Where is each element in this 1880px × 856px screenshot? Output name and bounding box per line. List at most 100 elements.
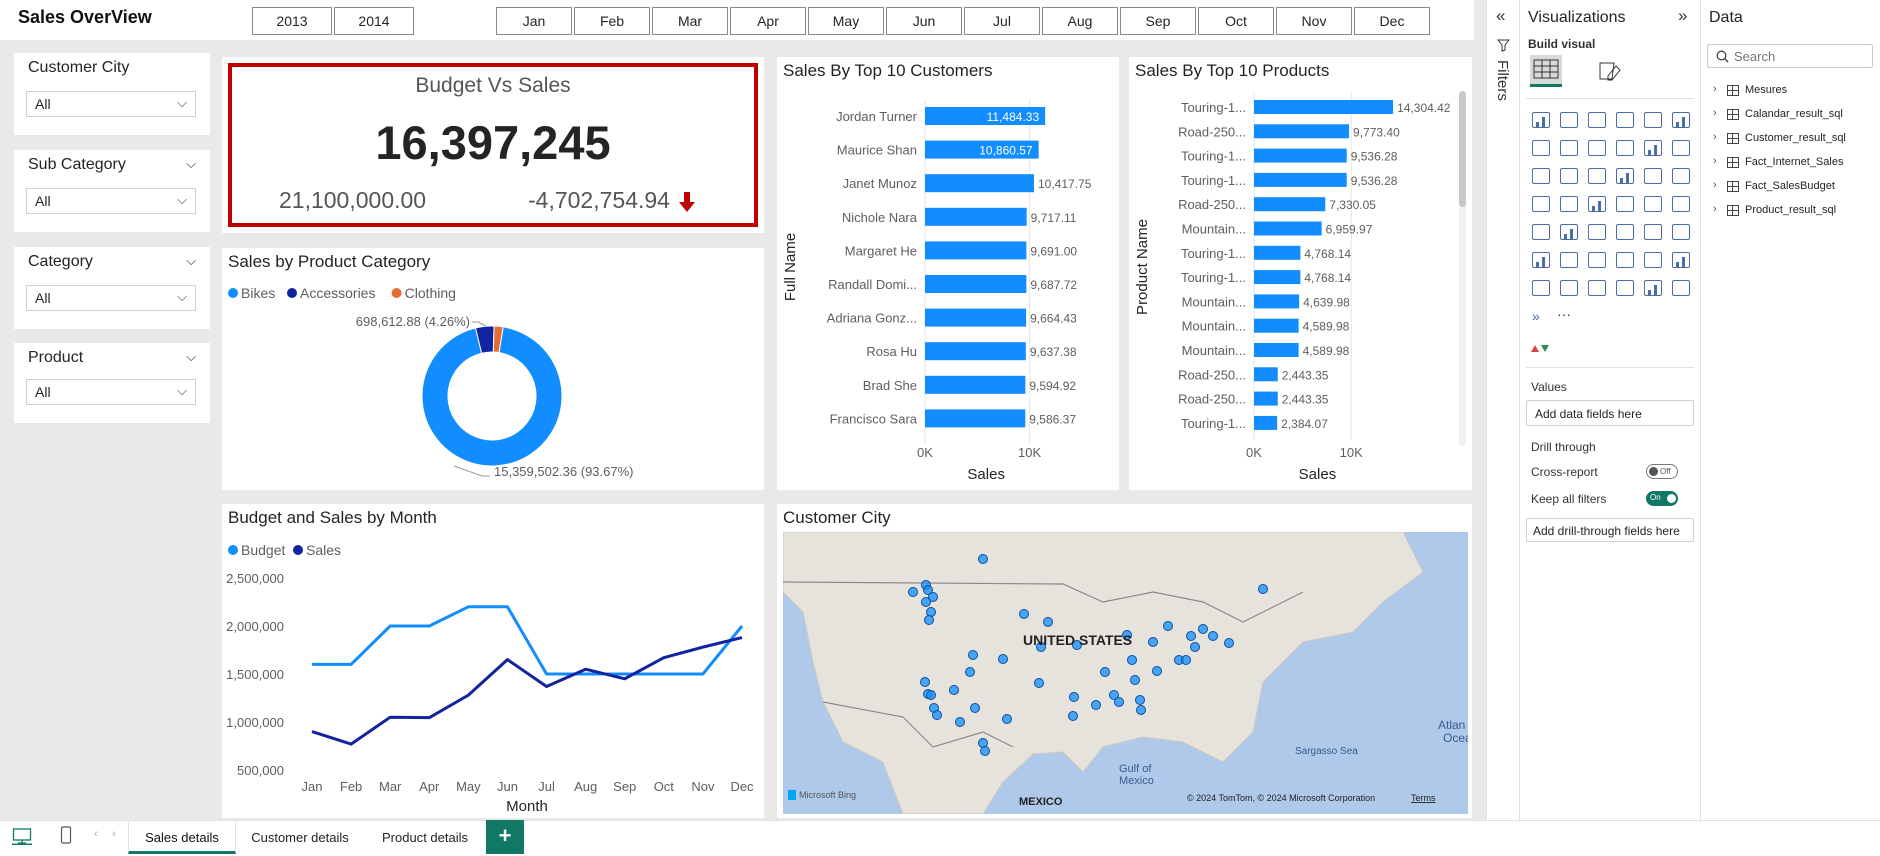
- decomposition-icon[interactable]: [1588, 252, 1606, 268]
- waterfall-icon[interactable]: [1672, 140, 1690, 156]
- chevron-down-icon[interactable]: ⌵: [186, 349, 196, 365]
- map-point[interactable]: [1148, 637, 1158, 647]
- trophy-icon[interactable]: [1532, 280, 1550, 296]
- slicer-icon[interactable]: [1588, 224, 1606, 240]
- map-point[interactable]: [978, 554, 988, 564]
- map-point[interactable]: [1019, 609, 1029, 619]
- bar[interactable]: [1254, 197, 1326, 212]
- bar[interactable]: [925, 207, 1027, 226]
- month-button-jul[interactable]: Jul: [964, 7, 1040, 35]
- map-point[interactable]: [1091, 700, 1101, 710]
- month-button-nov[interactable]: Nov: [1276, 7, 1352, 35]
- month-button-jun[interactable]: Jun: [886, 7, 962, 35]
- cross-report-toggle[interactable]: Off: [1646, 464, 1678, 479]
- line-icon[interactable]: [1532, 140, 1550, 156]
- values-dropzone[interactable]: Add data fields here: [1526, 400, 1694, 426]
- donut-icon[interactable]: [1644, 168, 1662, 184]
- map-point[interactable]: [968, 650, 978, 660]
- bar[interactable]: [1254, 318, 1299, 333]
- report-icon[interactable]: [1560, 280, 1578, 296]
- drill-through-dropzone[interactable]: Add drill-through fields here: [1526, 518, 1694, 542]
- bar[interactable]: [925, 241, 1027, 260]
- power-apps-icon[interactable]: [1616, 280, 1634, 296]
- add-page-button[interactable]: +: [486, 820, 524, 854]
- map-point[interactable]: [1043, 617, 1053, 627]
- customer-city-map-card[interactable]: Customer City UNITED STATES MEXICO Gulf of…: [777, 504, 1472, 818]
- next-page-icon[interactable]: ›: [112, 828, 116, 840]
- bar[interactable]: [1254, 221, 1322, 236]
- map-point[interactable]: [980, 746, 990, 756]
- filled-map-icon[interactable]: [1560, 196, 1578, 212]
- series-line-sales[interactable]: [311, 636, 743, 746]
- product-dropdown[interactable]: All ⌵: [26, 379, 196, 405]
- products-bar-card[interactable]: Sales By Top 10 Products 0K 10K Touring-1.…: [1129, 57, 1472, 490]
- scrollbar[interactable]: [1459, 91, 1466, 446]
- tab-customer-details[interactable]: Customer details: [240, 822, 360, 854]
- desktop-view-icon[interactable]: [12, 827, 32, 845]
- month-button-apr[interactable]: Apr: [730, 7, 806, 35]
- matrix-icon[interactable]: [1644, 224, 1662, 240]
- map-point[interactable]: [1034, 678, 1044, 688]
- bar[interactable]: [1254, 367, 1278, 382]
- chevron-down-icon[interactable]: ⌵: [186, 156, 196, 172]
- scatter-icon[interactable]: [1560, 168, 1578, 184]
- map-point[interactable]: [1002, 714, 1012, 724]
- map-point[interactable]: [970, 703, 980, 713]
- shape-map-icon[interactable]: [1588, 196, 1606, 212]
- search-input[interactable]: [1734, 48, 1868, 64]
- map-point[interactable]: [1069, 692, 1079, 702]
- build-visual-tab[interactable]: [1530, 55, 1562, 87]
- map-icon[interactable]: [1532, 196, 1550, 212]
- year-button-2014[interactable]: 2014: [334, 7, 414, 35]
- bar[interactable]: [1254, 415, 1278, 430]
- bar[interactable]: [925, 409, 1026, 428]
- bar[interactable]: [1254, 245, 1301, 260]
- year-button-2013[interactable]: 2013: [252, 7, 332, 35]
- bar[interactable]: [925, 342, 1026, 361]
- data-table-item[interactable]: › Product_result_sql: [1713, 202, 1873, 220]
- month-button-oct[interactable]: Oct: [1198, 7, 1274, 35]
- 100-column-icon[interactable]: [1672, 112, 1690, 128]
- map-point[interactable]: [1258, 584, 1268, 594]
- prev-page-icon[interactable]: ‹: [94, 828, 98, 840]
- table-icon[interactable]: [1616, 224, 1634, 240]
- smart-narrative-icon[interactable]: [1672, 280, 1690, 296]
- map-point[interactable]: [1190, 642, 1200, 652]
- sub-category-dropdown[interactable]: All ⌵: [26, 188, 196, 214]
- clustered-bar-icon[interactable]: [1588, 112, 1606, 128]
- bar[interactable]: [1254, 343, 1299, 357]
- scrollbar-thumb[interactable]: [1459, 91, 1466, 207]
- bar[interactable]: [925, 174, 1034, 193]
- bar[interactable]: [1254, 294, 1300, 309]
- bar[interactable]: [1254, 100, 1394, 114]
- area-icon[interactable]: [1560, 140, 1578, 156]
- data-table-item[interactable]: › Mesures: [1713, 82, 1873, 100]
- map-point[interactable]: [1224, 638, 1234, 648]
- month-button-may[interactable]: May: [808, 7, 884, 35]
- bar[interactable]: [1254, 172, 1347, 187]
- qa-icon[interactable]: [1616, 252, 1634, 268]
- category-dropdown[interactable]: All ⌵: [26, 285, 196, 311]
- month-button-jan[interactable]: Jan: [496, 7, 572, 35]
- funnel-line-icon[interactable]: [1532, 168, 1550, 184]
- tab-product-details[interactable]: Product details: [366, 822, 484, 854]
- treemap-icon[interactable]: [1672, 168, 1690, 184]
- map-point[interactable]: [921, 597, 931, 607]
- map-point[interactable]: [955, 717, 965, 727]
- clustered-column-icon[interactable]: [1616, 112, 1634, 128]
- bar[interactable]: [925, 275, 1027, 293]
- month-line-card[interactable]: Budget and Sales by Month Budget Sales 2,5…: [222, 504, 764, 818]
- map-point[interactable]: [965, 667, 975, 677]
- bar[interactable]: [1254, 270, 1301, 285]
- gauge-icon[interactable]: [1644, 196, 1662, 212]
- data-table-item[interactable]: › Fact_Internet_Sales: [1713, 154, 1873, 172]
- data-table-item[interactable]: › Customer_result_sql: [1713, 130, 1873, 148]
- keep-filters-toggle[interactable]: On: [1646, 491, 1678, 506]
- narrative-icon[interactable]: [1644, 252, 1662, 268]
- map-point[interactable]: [1127, 655, 1137, 665]
- stacked-bar-icon[interactable]: [1532, 112, 1550, 128]
- paginated-icon[interactable]: [1672, 252, 1690, 268]
- bar[interactable]: [1254, 148, 1347, 163]
- azure-map-icon[interactable]: [1616, 196, 1634, 212]
- 100-bar-icon[interactable]: [1644, 112, 1662, 128]
